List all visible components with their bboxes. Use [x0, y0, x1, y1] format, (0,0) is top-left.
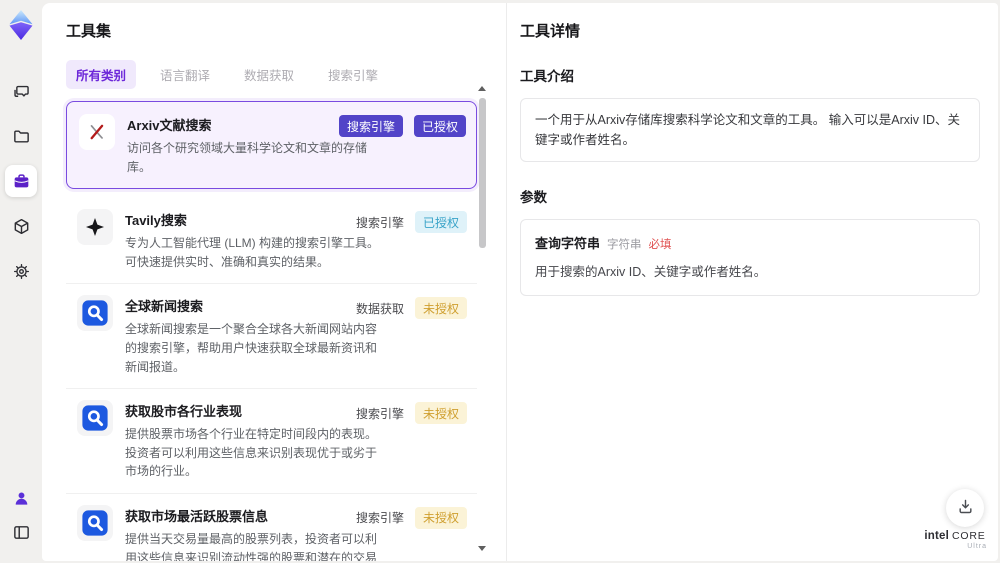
tool-description: 提供股票市场各个行业在特定时间段内的表现。投资者可以利用这些信息来识别表现优于或… — [125, 427, 378, 479]
category-badge: 搜索引擎 — [338, 115, 403, 137]
tab-data-fetch[interactable]: 数据获取 — [234, 60, 304, 89]
sidebar-item-toolbox[interactable] — [5, 165, 37, 197]
tab-all[interactable]: 所有类别 — [66, 60, 137, 89]
user-icon — [12, 489, 31, 508]
auth-status-badge: 未授权 — [414, 506, 467, 529]
category-label: 搜索引擎 — [355, 406, 404, 421]
category-tabs: 所有类别 语言翻译 数据获取 搜索引擎 — [66, 60, 476, 89]
download-button[interactable] — [946, 489, 984, 527]
auth-status-badge: 已授权 — [414, 211, 467, 234]
magnifier-blue-icon — [77, 504, 113, 541]
category-label: 搜索引擎 — [355, 511, 404, 526]
panel-toggle-icon — [12, 523, 31, 542]
tool-list: Arxiv文献搜索 访问各个研究领域大量科学论文和文章的存储库。 搜索引擎 已授权 Ta… — [66, 101, 477, 561]
tab-search-engine[interactable]: 搜索引擎 — [318, 60, 388, 89]
tool-name: 获取市场最活跃股票信息 — [125, 508, 269, 524]
tool-description: 提供当天交易量最高的股票列表，投资者可以利用这些信息来识别流动性强的股票和潜在的… — [125, 531, 378, 561]
tool-name: 全球新闻搜索 — [125, 299, 204, 315]
chat-icon — [12, 82, 31, 101]
brand-core: core — [952, 529, 986, 542]
sidebar-nav — [5, 75, 37, 287]
intro-heading: 工具介绍 — [520, 69, 574, 84]
tool-card[interactable]: Arxiv文献搜索 访问各个研究领域大量科学论文和文章的存储库。 搜索引擎 已授权 — [66, 101, 477, 190]
sidebar-item-collapse[interactable] — [8, 519, 34, 545]
auth-status-badge: 未授权 — [414, 402, 467, 425]
tool-card[interactable]: 获取市场最活跃股票信息提供当天交易量最高的股票列表，投资者可以利用这些信息来识别… — [66, 494, 477, 561]
tool-description: 专为人工智能代理 (LLM) 构建的搜索引擎工具。可快速提供实时、准确和真实的结… — [125, 236, 380, 269]
download-icon — [956, 497, 975, 519]
brand-ultra: Ultra — [967, 543, 987, 551]
tool-detail-panel: 工具详情 工具介绍 一个用于从Arxiv存储库搜索科学论文和文章的工具。 输入可… — [507, 3, 998, 561]
brand-intel: intel — [924, 529, 950, 542]
magnifier-blue-icon — [77, 295, 113, 332]
tool-name: Tavily搜索 — [125, 213, 187, 229]
param-name: 查询字符串 — [535, 236, 601, 251]
category-label: 搜索引擎 — [355, 215, 404, 230]
auth-status-badge: 已授权 — [413, 115, 466, 137]
tool-card[interactable]: Tavily搜索专为人工智能代理 (LLM) 构建的搜索引擎工具。可快速提供实时… — [66, 198, 477, 285]
param-required-flag: 必填 — [648, 239, 672, 251]
app-logo-icon — [4, 8, 38, 42]
tool-card[interactable]: 全球新闻搜索全球新闻搜索是一个聚合全球各大新闻网站内容的搜索引擎，帮助用户快速获… — [66, 284, 477, 390]
param-card: 查询字符串 字符串 必填用于搜索的Arxiv ID、关键字或作者姓名。 — [520, 219, 980, 296]
gear-icon — [12, 262, 31, 281]
tab-translate[interactable]: 语言翻译 — [150, 60, 220, 89]
category-label: 数据获取 — [355, 301, 404, 316]
param-description: 用于搜索的Arxiv ID、关键字或作者姓名。 — [535, 265, 767, 279]
sidebar-item-profile[interactable] — [8, 485, 34, 511]
sidebar-item-plugins[interactable] — [5, 210, 37, 242]
scroll-up-arrow-icon[interactable] — [478, 86, 486, 91]
intel-core-logo: intel core Ultra — [923, 526, 987, 551]
tool-description: 全球新闻搜索是一个聚合全球各大新闻网站内容的搜索引擎，帮助用户快速获取全球最新资… — [125, 322, 378, 374]
tool-intro-text: 一个用于从Arxiv存储库搜索科学论文和文章的工具。 输入可以是Arxiv ID… — [520, 98, 980, 162]
list-scrollbar[interactable] — [477, 86, 487, 551]
tool-name: 获取股市各行业表现 — [125, 404, 243, 420]
sidebar-item-settings[interactable] — [5, 255, 37, 287]
param-type: 字符串 — [607, 239, 642, 251]
star-icon — [77, 209, 113, 246]
magnifier-blue-icon — [77, 400, 113, 437]
detail-title: 工具详情 — [520, 23, 581, 40]
page-title: 工具集 — [66, 23, 112, 40]
sidebar — [0, 0, 42, 563]
tool-description: 访问各个研究领域大量科学论文和文章的存储库。 — [127, 141, 368, 174]
scrollbar-thumb[interactable] — [478, 98, 486, 248]
sidebar-item-folder[interactable] — [5, 120, 37, 152]
folder-icon — [12, 127, 31, 146]
toolbox-icon — [12, 172, 31, 191]
sidebar-item-chat[interactable] — [5, 75, 37, 107]
main-surface: 工具集 所有类别 语言翻译 数据获取 搜索引擎 Arxiv文献搜索 访问各个研究领域大量… — [42, 3, 998, 561]
params-heading: 参数 — [520, 190, 547, 205]
tool-list-panel: 工具集 所有类别 语言翻译 数据获取 搜索引擎 Arxiv文献搜索 访问各个研究领域大量… — [42, 3, 507, 561]
tool-card[interactable]: 获取股市各行业表现提供股票市场各个行业在特定时间段内的表现。投资者可以利用这些信… — [66, 389, 477, 494]
arxiv-logo — [79, 114, 115, 150]
sidebar-bottom — [8, 485, 34, 545]
auth-status-badge: 未授权 — [414, 297, 467, 320]
scroll-down-arrow-icon[interactable] — [478, 546, 486, 551]
param-list: 查询字符串 字符串 必填用于搜索的Arxiv ID、关键字或作者姓名。 — [520, 219, 980, 296]
app-window: 工具集 所有类别 语言翻译 数据获取 搜索引擎 Arxiv文献搜索 访问各个研究领域大量… — [0, 0, 1000, 563]
cube-icon — [12, 217, 31, 236]
